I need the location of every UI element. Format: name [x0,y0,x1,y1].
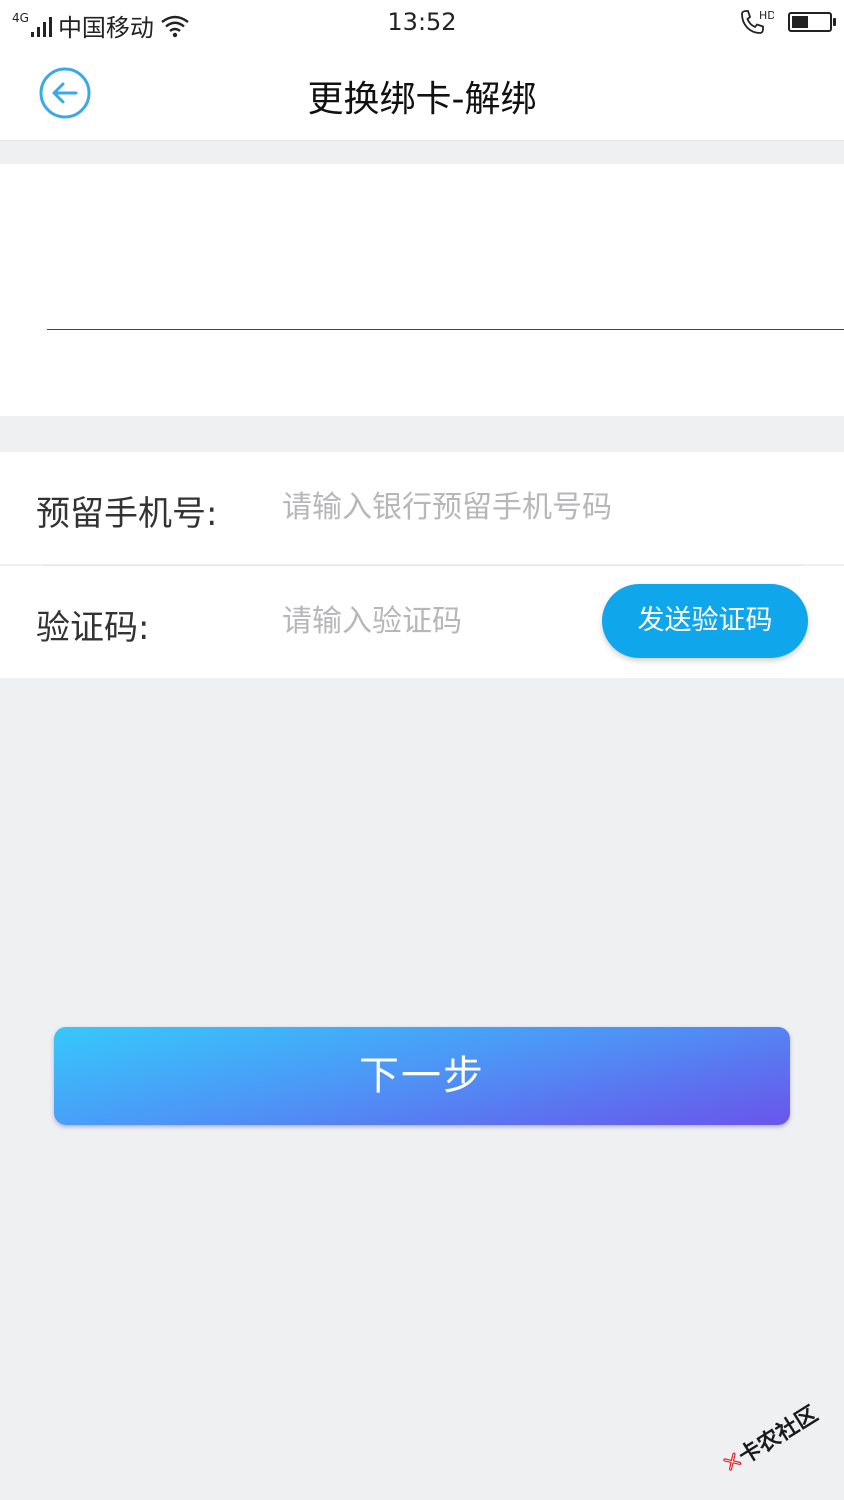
watermark: 卡农社区 [715,1392,827,1484]
page-title: 更换绑卡-解绑 [307,79,537,120]
send-code-button[interactable]: 发送验证码 [602,584,808,658]
svg-text:HD: HD [759,9,774,22]
app-header: 更换绑卡-解绑 [0,46,844,141]
phone-row: 预留手机号: [0,452,844,564]
watermark-text: 卡农社区 [734,1401,823,1470]
code-row: 验证码: 发送验证码 [0,566,844,678]
phone-label: 预留手机号: [36,494,218,534]
code-label: 验证码: [36,608,150,648]
next-button[interactable]: 下一步 [54,1027,790,1125]
status-right: HD [738,8,836,36]
battery-icon [788,12,836,32]
card-divider [47,329,844,330]
status-bar: 4G 中国移动 13:52 HD [0,0,844,46]
phone-input[interactable] [282,482,802,532]
code-input[interactable] [282,596,582,646]
card-info-panel [0,164,844,416]
hd-call-icon: HD [741,9,774,34]
status-time: 13:52 [387,8,457,36]
battery-fill [792,16,809,28]
